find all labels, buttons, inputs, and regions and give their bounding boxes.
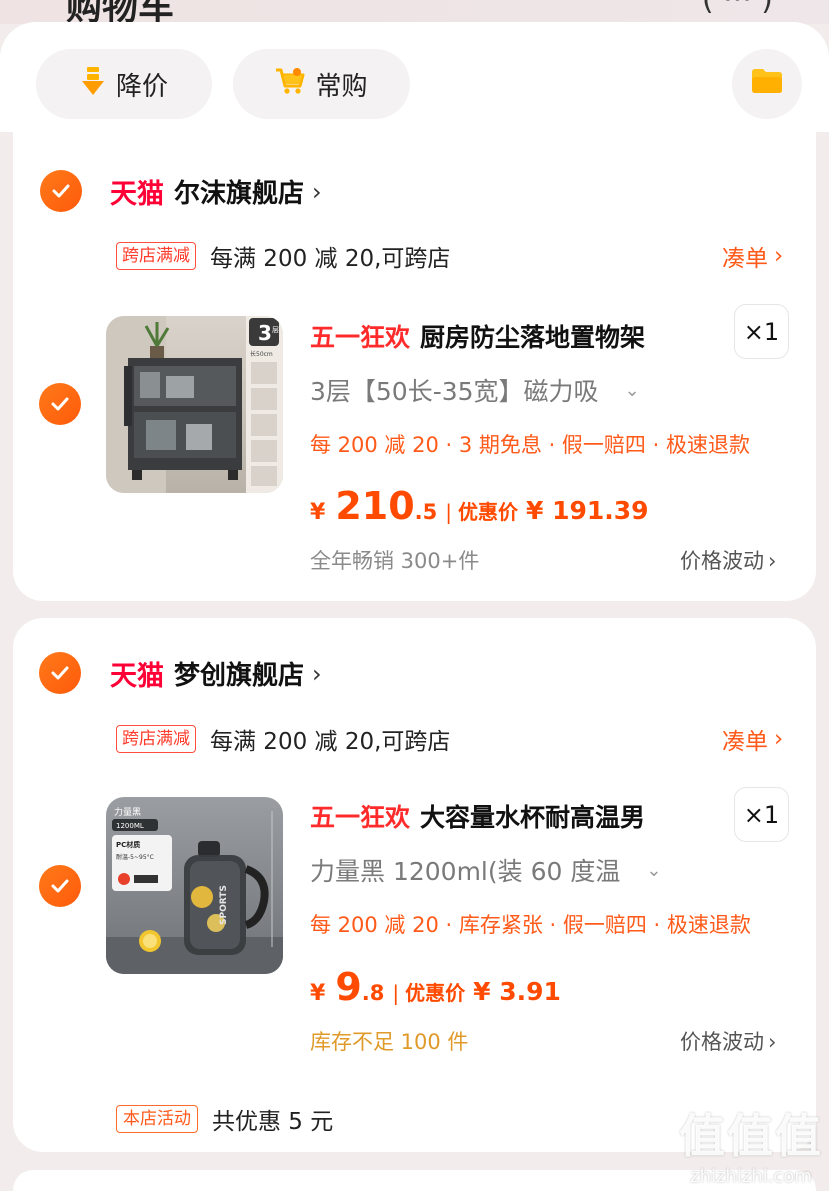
check-icon: [52, 184, 70, 198]
thumb-badge-sub: 层: [272, 326, 279, 334]
price-separator: |: [445, 500, 452, 524]
price-decimal: .5: [414, 500, 438, 524]
tmall-logo: 天猫: [110, 179, 164, 210]
add-items-label: 凑单: [722, 246, 768, 272]
thumb-color-text: 力量黑: [114, 806, 141, 818]
tmall-logo: 天猫: [110, 661, 164, 692]
frequent-filter-button[interactable]: 常购: [233, 49, 410, 119]
activity-text: 共优惠 5 元: [212, 1109, 334, 1135]
price-drop-icon: [80, 66, 106, 103]
sku-text: 3层【50长-35宽】磁力吸: [310, 377, 599, 406]
promo-row: 跨店满减 每满 200 减 20,可跨店: [116, 239, 450, 273]
store-card: 天猫 梦创旗舰店 › 跨店满减 每满 200 减 20,可跨店 凑单 › 力量黑…: [13, 618, 816, 1152]
deal-label: 优惠价: [457, 500, 518, 524]
check-icon: [51, 397, 69, 411]
check-icon: [51, 879, 69, 893]
activity-tag: 本店活动: [116, 1105, 198, 1133]
add-items-label: 凑单: [722, 729, 768, 755]
store-name: 梦创旗舰店: [174, 661, 305, 691]
deal-price: ¥ 191.39: [525, 496, 649, 525]
thumb-brand-text: SPORTS: [219, 885, 229, 925]
product-name: 厨房防尘落地置物架: [420, 323, 646, 352]
promo-tag: 跨店满减: [116, 242, 196, 270]
event-tag: 五一狂欢: [310, 323, 411, 352]
sku-selector[interactable]: 3层【50长-35宽】磁力吸 ⌄: [310, 372, 640, 408]
folder-icon: [751, 68, 783, 101]
price-decimal: .8: [361, 981, 385, 1005]
store-select-checkbox[interactable]: [39, 652, 81, 694]
event-tag: 五一狂欢: [310, 803, 411, 832]
price-integer: 9: [335, 965, 362, 1009]
deal-label: 优惠价: [405, 981, 466, 1005]
benefits-text: 每 200 减 20 · 库存紧张 · 假一赔四 · 极速退款: [310, 913, 751, 937]
product-image[interactable]: 力量黑 1200ML PC材质 耐温-5~95°C SPORTS: [106, 797, 283, 974]
product-title[interactable]: 五一狂欢 厨房防尘落地置物架: [310, 318, 645, 354]
price-separator: |: [392, 981, 400, 1005]
sku-selector[interactable]: 力量黑 1200ml(装 60 度温 ⌄: [310, 852, 661, 888]
cart-icon: [275, 67, 305, 102]
filter-bar: 降价 常购: [0, 22, 829, 132]
store-card: 天猫 尔沫旗舰店 › 跨店满减 每满 200 减 20,可跨店 凑单 › 3 层…: [13, 132, 816, 601]
sku-text: 力量黑 1200ml(装 60 度温: [310, 857, 621, 886]
chevron-down-icon: ⌄: [624, 379, 640, 401]
promo-tag: 跨店满减: [116, 725, 196, 753]
price-trend-label: 价格波动: [680, 549, 764, 573]
sales-count: 全年畅销 300+件: [310, 549, 480, 573]
chevron-right-icon: ›: [768, 1030, 777, 1054]
store-header[interactable]: 天猫 梦创旗舰店 ›: [110, 654, 322, 693]
price-trend-label: 价格波动: [680, 1030, 764, 1054]
price-trend-link[interactable]: 价格波动 ›: [680, 545, 776, 575]
chevron-right-icon: ›: [774, 243, 784, 269]
quantity-button[interactable]: ×1: [734, 787, 789, 842]
page-title: 购物车: [66, 0, 175, 24]
chevron-right-icon: ›: [312, 659, 322, 688]
watermark: 值值值 zhizhizhi.com: [676, 1100, 826, 1190]
watermark-url: zhizhizhi.com: [690, 1166, 812, 1187]
currency-symbol: ¥: [310, 500, 326, 525]
promo-row: 跨店满减 每满 200 减 20,可跨店: [116, 722, 450, 756]
thumb-badge: 3: [258, 321, 272, 345]
folder-button[interactable]: [732, 49, 802, 119]
item-select-checkbox[interactable]: [39, 383, 81, 425]
manage-button[interactable]: ( ··· ): [702, 0, 773, 17]
price-drop-label: 降价: [115, 71, 168, 102]
benefits-text: 每 200 减 20 · 3 期免息 · 假一赔四 · 极速退款: [310, 433, 750, 457]
watermark-logo: 值值值: [679, 1109, 823, 1163]
add-items-link[interactable]: 凑单 ›: [722, 722, 783, 756]
promo-text: 每满 200 减 20,可跨店: [210, 729, 451, 755]
thumb-volume-text: 1200ML: [116, 822, 144, 830]
deal-price: ¥ 3.91: [473, 977, 561, 1006]
price-row: ¥ 9 .8 | 优惠价 ¥ 3.91: [310, 965, 561, 1009]
thumb-material-text: PC材质: [116, 840, 140, 849]
store-name: 尔沫旗舰店: [174, 179, 305, 209]
check-icon: [51, 666, 69, 680]
item-select-checkbox[interactable]: [39, 865, 81, 907]
price-integer: 210: [335, 484, 415, 528]
store-select-checkbox[interactable]: [40, 170, 82, 212]
product-name: 大容量水杯耐高温男: [420, 803, 646, 832]
add-items-link[interactable]: 凑单 ›: [722, 239, 783, 273]
thumb-size-text: 长50cm: [250, 350, 273, 358]
chevron-right-icon: ›: [312, 177, 322, 206]
store-activity-row[interactable]: 本店活动 共优惠 5 元: [116, 1102, 333, 1136]
thumb-temp-text: 耐温-5~95°C: [116, 853, 154, 861]
quantity-button[interactable]: ×1: [734, 304, 789, 359]
frequent-label: 常购: [315, 71, 368, 102]
chevron-right-icon: ›: [774, 726, 784, 752]
price-drop-filter-button[interactable]: 降价: [36, 49, 212, 119]
store-header[interactable]: 天猫 尔沫旗舰店 ›: [110, 172, 322, 211]
top-bar: 购物车 ( ··· ): [0, 0, 829, 24]
price-row: ¥ 210 .5 | 优惠价 ¥ 191.39: [310, 484, 649, 528]
chevron-right-icon: ›: [768, 549, 777, 573]
currency-symbol: ¥: [310, 981, 326, 1006]
promo-text: 每满 200 减 20,可跨店: [210, 246, 451, 272]
product-image[interactable]: 3 层 长50cm: [106, 316, 283, 493]
price-trend-link[interactable]: 价格波动 ›: [680, 1026, 776, 1056]
product-title[interactable]: 五一狂欢 大容量水杯耐高温男: [310, 798, 645, 834]
chevron-down-icon: ⌄: [646, 859, 662, 881]
stock-warning: 库存不足 100 件: [310, 1030, 469, 1054]
